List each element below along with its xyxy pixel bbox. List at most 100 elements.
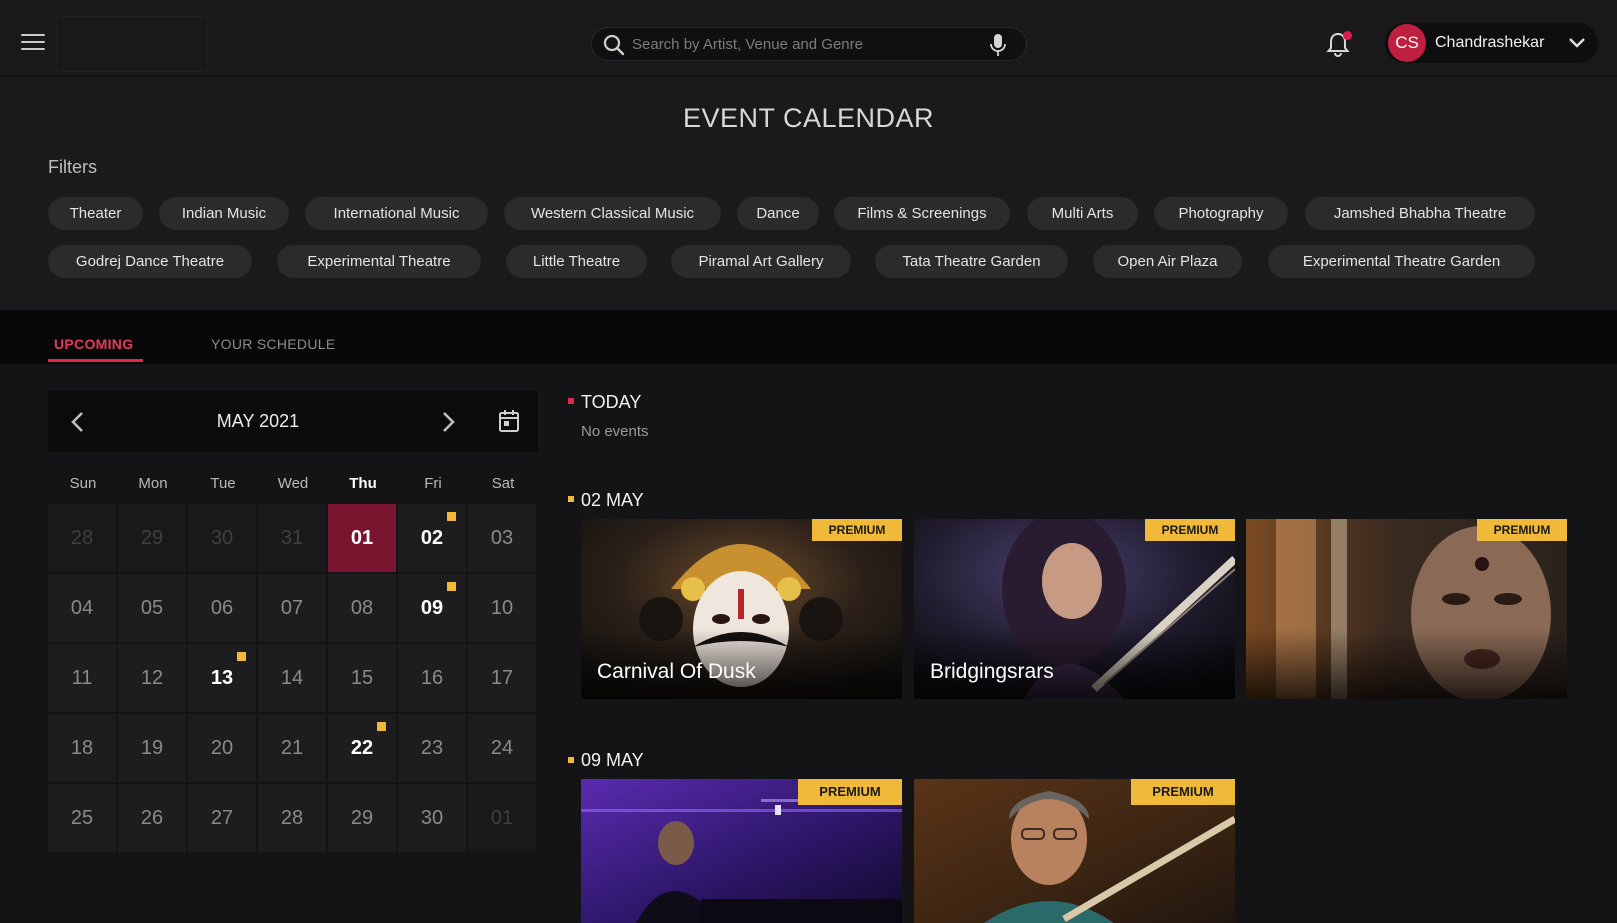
event-card[interactable]: PREMIUM xyxy=(914,779,1235,923)
calendar-day[interactable]: 26 xyxy=(118,784,186,852)
mic-icon[interactable] xyxy=(989,33,1007,62)
calendar-day[interactable]: 06 xyxy=(188,574,256,642)
filter-chip-international-music[interactable]: International Music xyxy=(305,197,488,230)
calendar-day[interactable]: 01 xyxy=(468,784,536,852)
filter-chip-godrej-dance-theatre[interactable]: Godrej Dance Theatre xyxy=(48,245,252,278)
event-indicator xyxy=(377,722,386,731)
filter-chip-dance[interactable]: Dance xyxy=(737,197,819,230)
calendar-day-label: 05 xyxy=(140,597,164,619)
calendar-day-label: 07 xyxy=(280,597,304,619)
filter-chip-photography[interactable]: Photography xyxy=(1154,197,1288,230)
calendar-day-label: 18 xyxy=(70,737,94,759)
filter-chip-experimental-theatre-garden[interactable]: Experimental Theatre Garden xyxy=(1268,245,1535,278)
calendar-day[interactable]: 14 xyxy=(258,644,326,712)
logo[interactable] xyxy=(56,16,208,72)
calendar-day[interactable]: 28 xyxy=(258,784,326,852)
calendar-day[interactable]: 07 xyxy=(258,574,326,642)
calendar-day[interactable]: 01 xyxy=(328,504,396,572)
calendar-month-label: MAY 2021 xyxy=(216,411,300,431)
calendar-header: MAY 2021 xyxy=(48,391,538,452)
filter-chip-piramal-art-gallery[interactable]: Piramal Art Gallery xyxy=(671,245,851,278)
tab-active-indicator xyxy=(48,359,143,362)
calendar-day-label: 19 xyxy=(140,737,164,759)
calendar-day[interactable]: 29 xyxy=(328,784,396,852)
calendar-day[interactable]: 31 xyxy=(258,504,326,572)
calendar-day-label: 29 xyxy=(350,807,374,829)
event-card[interactable]: PREMIUM Bridgingsrars xyxy=(914,519,1235,699)
filter-chip-experimental-theatre[interactable]: Experimental Theatre xyxy=(277,245,481,278)
user-name: Chandrashekar xyxy=(1435,34,1545,51)
search-input[interactable] xyxy=(632,28,972,60)
calendar-day[interactable]: 23 xyxy=(398,714,466,782)
calendar-day-label: 09 xyxy=(420,597,444,619)
today-marker xyxy=(568,398,574,404)
calendar-day[interactable]: 22 xyxy=(328,714,396,782)
calendar-day[interactable]: 27 xyxy=(188,784,256,852)
weekday-label: Sat xyxy=(491,475,515,492)
calendar-icon[interactable] xyxy=(498,409,520,438)
calendar-day[interactable]: 15 xyxy=(328,644,396,712)
calendar-day[interactable]: 19 xyxy=(118,714,186,782)
calendar-day[interactable]: 16 xyxy=(398,644,466,712)
card-shade xyxy=(1246,629,1567,699)
user-menu[interactable]: CS Chandrashekar xyxy=(1385,23,1598,63)
calendar-day[interactable]: 20 xyxy=(188,714,256,782)
calendar-day-label: 06 xyxy=(210,597,234,619)
calendar-day[interactable]: 21 xyxy=(258,714,326,782)
weekday-label: Sun xyxy=(69,475,97,492)
calendar-day[interactable]: 02 xyxy=(398,504,466,572)
calendar-day[interactable]: 04 xyxy=(48,574,116,642)
chevron-right-icon[interactable] xyxy=(442,411,456,438)
calendar-day[interactable]: 13 xyxy=(188,644,256,712)
calendar-day[interactable]: 05 xyxy=(118,574,186,642)
search-icon[interactable] xyxy=(602,33,626,62)
chevron-down-icon[interactable] xyxy=(1569,36,1585,54)
tab-upcoming[interactable]: UPCOMING xyxy=(54,336,133,352)
filters-panel: EVENT CALENDAR Filters Theater Indian Mu… xyxy=(0,77,1617,310)
filter-chip-little-theatre[interactable]: Little Theatre xyxy=(506,245,647,278)
calendar-day-label: 03 xyxy=(490,527,514,549)
calendar-day[interactable]: 03 xyxy=(468,504,536,572)
filter-chip-open-air-plaza[interactable]: Open Air Plaza xyxy=(1093,245,1242,278)
top-bar: CS Chandrashekar xyxy=(0,0,1617,76)
avatar: CS xyxy=(1388,24,1426,62)
filter-chip-theater[interactable]: Theater xyxy=(48,197,143,230)
calendar-day-label: 08 xyxy=(350,597,374,619)
filter-chip-multi-arts[interactable]: Multi Arts xyxy=(1027,197,1138,230)
calendar-day-label: 21 xyxy=(280,737,304,759)
calendar-day[interactable]: 11 xyxy=(48,644,116,712)
premium-badge: PREMIUM xyxy=(1131,779,1235,805)
calendar-day[interactable]: 30 xyxy=(398,784,466,852)
menu-icon[interactable] xyxy=(21,34,45,52)
calendar-day[interactable]: 12 xyxy=(118,644,186,712)
premium-badge: PREMIUM xyxy=(812,519,902,541)
calendar-day[interactable]: 29 xyxy=(118,504,186,572)
calendar-day-label: 30 xyxy=(420,807,444,829)
filter-chip-tata-theatre-garden[interactable]: Tata Theatre Garden xyxy=(875,245,1068,278)
calendar-day[interactable]: 28 xyxy=(48,504,116,572)
weekday-label: Mon xyxy=(138,475,168,492)
calendar-day[interactable]: 24 xyxy=(468,714,536,782)
event-card[interactable]: PREMIUM xyxy=(581,779,902,923)
calendar-day[interactable]: 09 xyxy=(398,574,466,642)
filter-chip-jamshed-bhabha-theatre[interactable]: Jamshed Bhabha Theatre xyxy=(1305,197,1535,230)
filter-chip-western-classical-music[interactable]: Western Classical Music xyxy=(504,197,721,230)
calendar-day-label: 16 xyxy=(420,667,444,689)
date-marker xyxy=(568,757,574,763)
filter-chip-films-screenings[interactable]: Films & Screenings xyxy=(834,197,1010,230)
calendar-day[interactable]: 17 xyxy=(468,644,536,712)
calendar-day[interactable]: 25 xyxy=(48,784,116,852)
notification-dot xyxy=(1343,31,1352,40)
event-title: Bridgingsrars xyxy=(930,660,1054,683)
event-card[interactable]: PREMIUM Carnival Of Dusk xyxy=(581,519,902,699)
filter-chip-indian-music[interactable]: Indian Music xyxy=(159,197,289,230)
calendar-day[interactable]: 10 xyxy=(468,574,536,642)
event-card[interactable]: PREMIUM xyxy=(1246,519,1567,699)
calendar-day[interactable]: 18 xyxy=(48,714,116,782)
calendar-day-label: 26 xyxy=(140,807,164,829)
calendar-day-label: 02 xyxy=(420,527,444,549)
calendar-day[interactable]: 30 xyxy=(188,504,256,572)
tab-your-schedule[interactable]: YOUR SCHEDULE xyxy=(211,336,335,352)
calendar-day[interactable]: 08 xyxy=(328,574,396,642)
date-heading-02-may: 02 MAY xyxy=(581,490,644,510)
